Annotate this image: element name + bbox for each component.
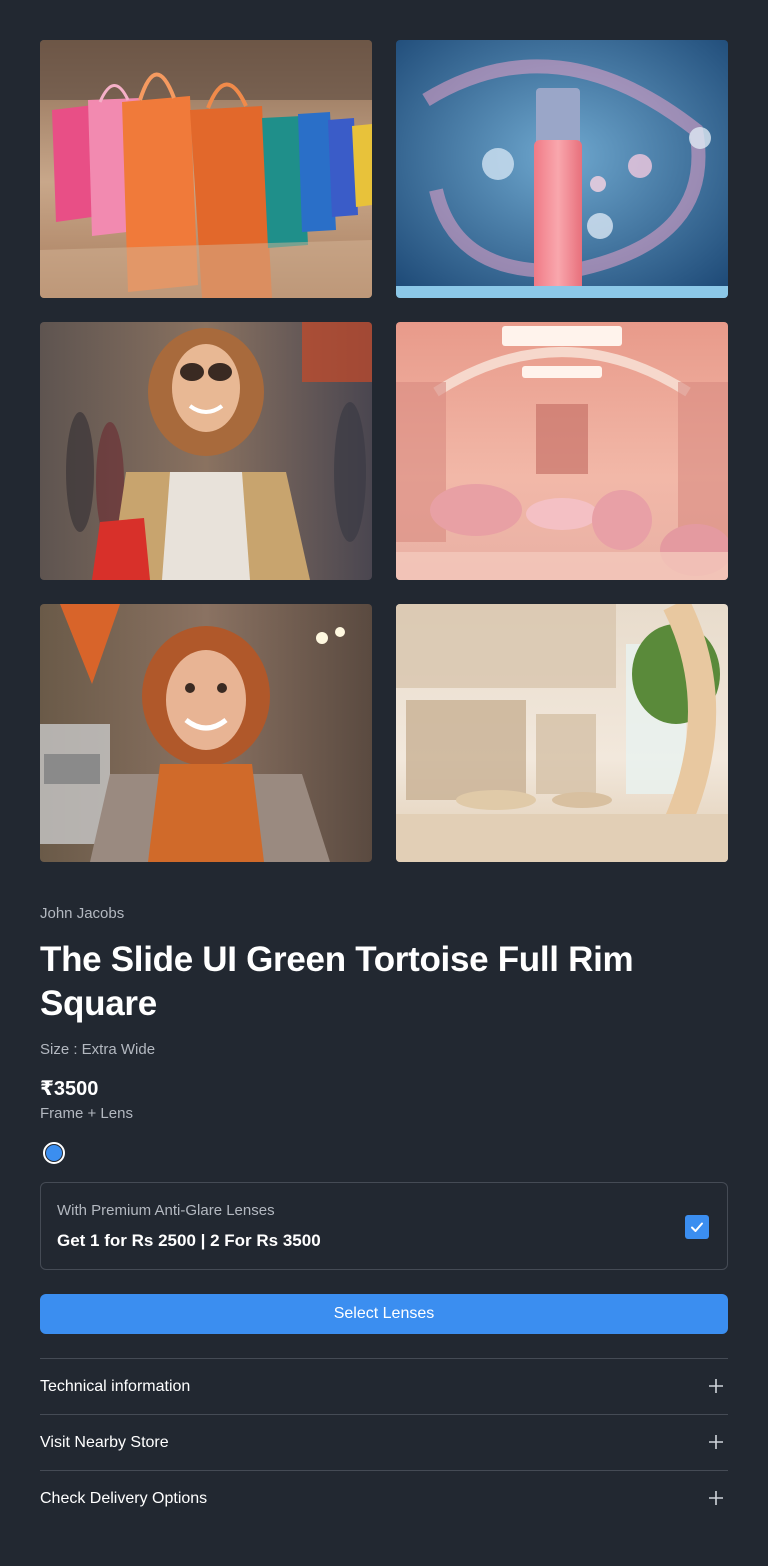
accordion-visit-nearby-store[interactable]: Visit Nearby Store [40,1414,728,1470]
accordion-technical-information[interactable]: Technical information [40,1358,728,1414]
brand-name: John Jacobs [40,905,125,922]
plus-icon[interactable] [708,1490,724,1506]
accordion-label: Check Delivery Options [40,1490,208,1507]
price-subtitle: Frame + Lens [40,1105,133,1122]
accordion-label: Technical information [40,1378,191,1395]
lens-offer-card[interactable]: With Premium Anti-Glare Lenses Get 1 for… [40,1182,728,1270]
woman-sunglasses-image[interactable] [40,322,372,580]
offer-line-1: With Premium Anti-Glare Lenses [57,1202,275,1219]
select-lenses-button[interactable]: Select Lenses [40,1294,728,1334]
serum-bottle-image[interactable] [396,40,728,298]
plus-icon[interactable] [708,1378,724,1394]
shopping-bags-image[interactable] [40,40,372,298]
color-swatch-radio[interactable] [43,1142,65,1164]
bright-store-interior-image[interactable] [396,604,728,862]
pink-store-interior-image[interactable] [396,322,728,580]
offer-checkbox[interactable] [685,1215,709,1239]
product-title: The Slide UI Green Tortoise Full Rim Squ… [40,940,634,1023]
plus-icon[interactable] [708,1434,724,1450]
accordion-check-delivery-options[interactable]: Check Delivery Options [40,1470,728,1526]
product-gallery [40,40,728,862]
offer-line-2: Get 1 for Rs 2500 | 2 For Rs 3500 [57,1231,321,1250]
product-size: Size : Extra Wide [40,1041,156,1058]
accordion-label: Visit Nearby Store [40,1434,169,1451]
product-price: ₹3500 [40,1078,99,1100]
check-icon [691,1222,703,1232]
swatch-dot [46,1145,62,1161]
smiling-cashier-image[interactable] [40,604,372,862]
